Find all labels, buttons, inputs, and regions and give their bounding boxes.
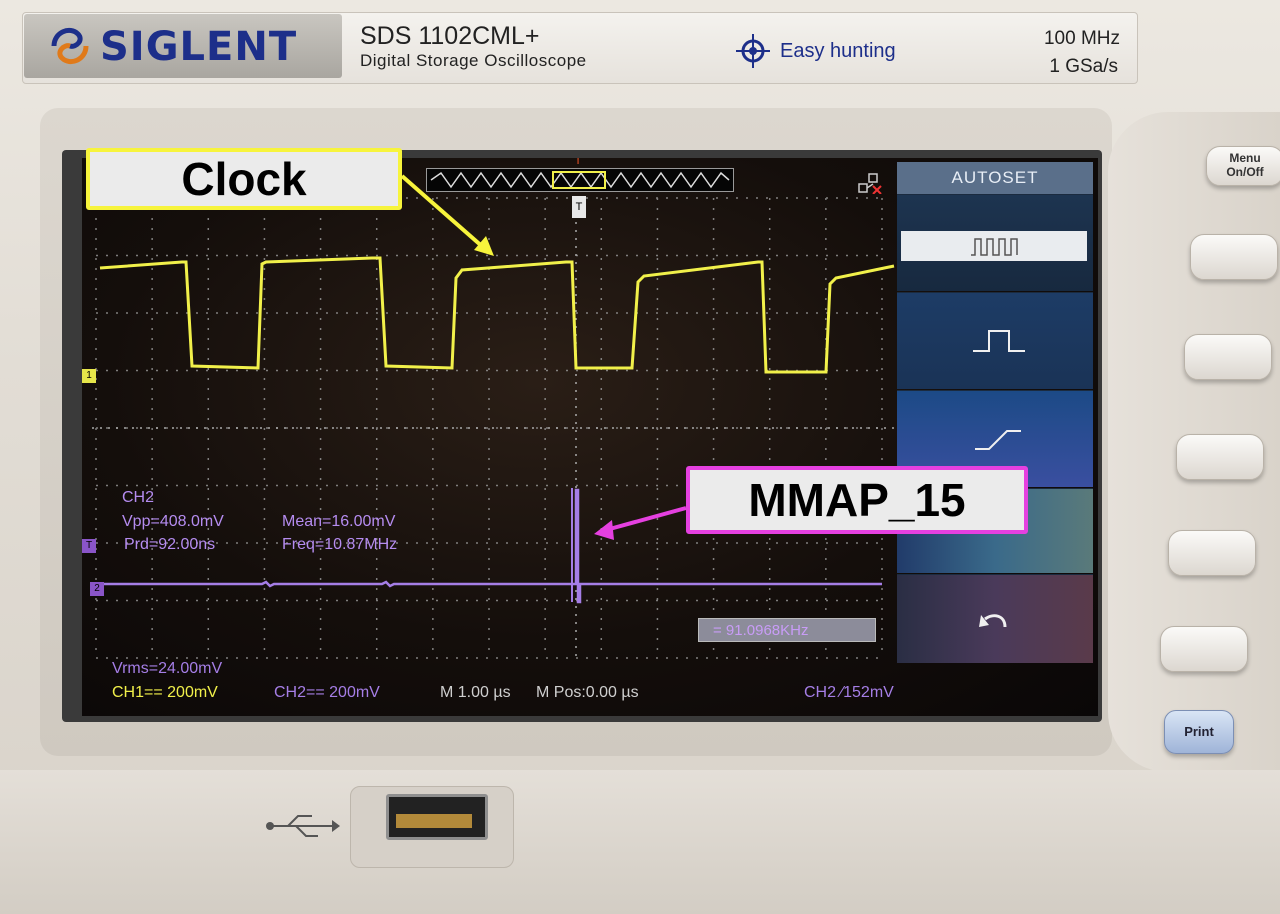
softkey-5-button[interactable] xyxy=(1160,626,1248,672)
clock-callout: Clock xyxy=(86,148,402,210)
menu-onoff-button[interactable]: Menu On/Off xyxy=(1206,146,1280,186)
softkey-3-button[interactable] xyxy=(1176,434,1264,480)
softkey-2-button[interactable] xyxy=(1184,334,1272,380)
softkey-4-button[interactable] xyxy=(1168,530,1256,576)
usb-icon xyxy=(266,815,340,837)
front-panel-bottom xyxy=(0,770,1280,914)
print-button[interactable]: Print xyxy=(1164,710,1234,754)
mmap-callout: MMAP_15 xyxy=(686,466,1028,534)
softkey-1-button[interactable] xyxy=(1190,234,1278,280)
menu-onoff-label-line1: Menu xyxy=(1229,151,1261,165)
usb-port-contacts xyxy=(396,814,472,828)
menu-onoff-label-line2: On/Off xyxy=(1226,165,1264,179)
